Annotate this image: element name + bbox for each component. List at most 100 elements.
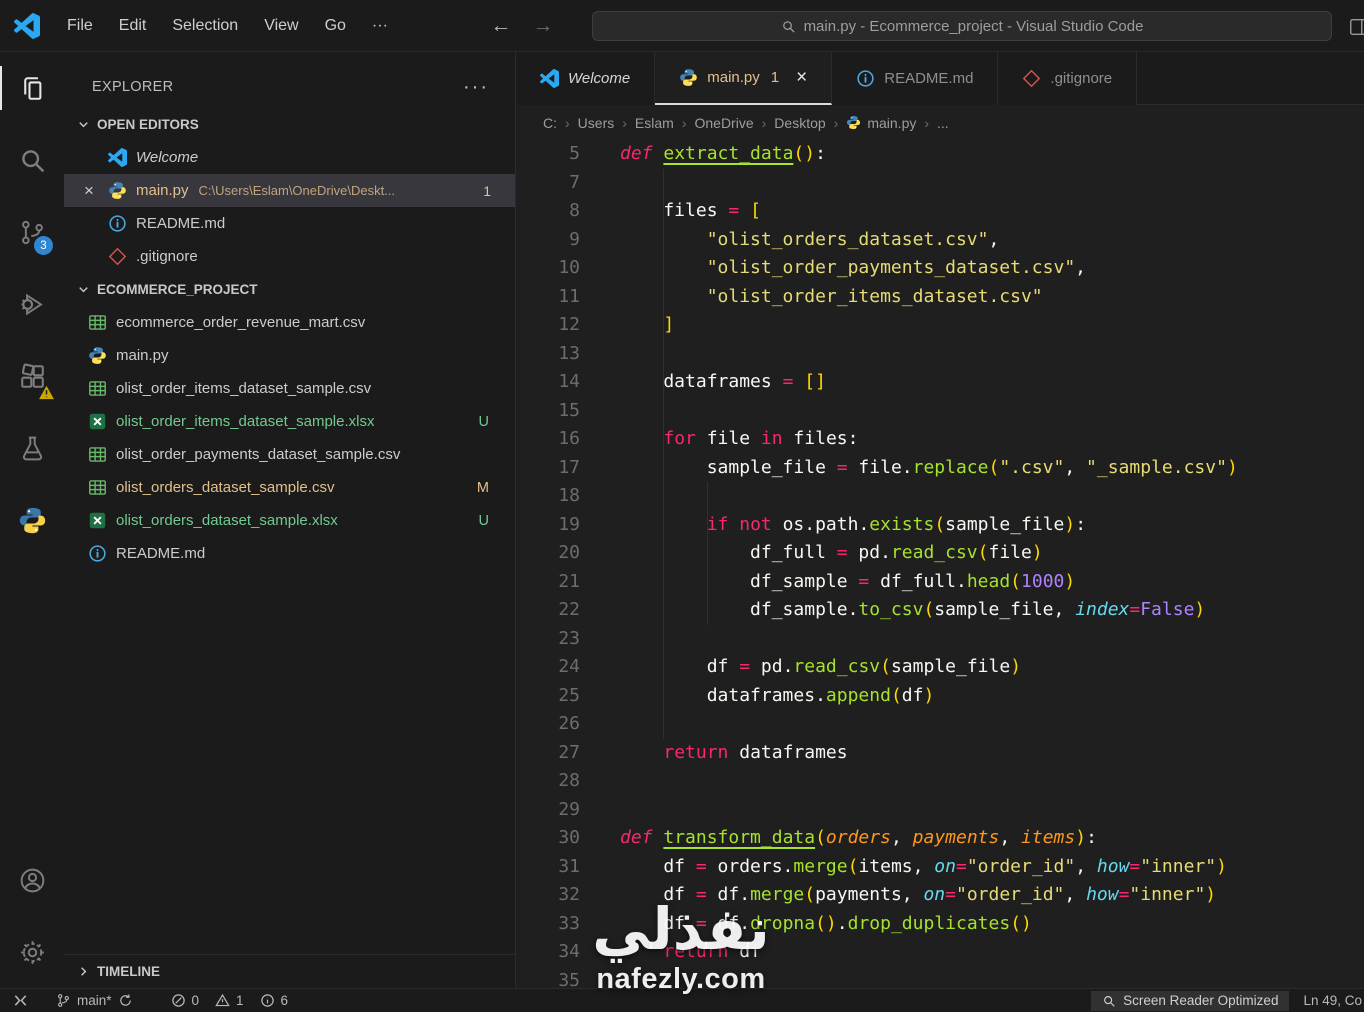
code-editor[interactable]: 5 def extract_data(): 7 8 files = [9 "olist… [516,140,1364,988]
code-line[interactable]: 26 [516,710,1364,739]
nav-forward-icon[interactable]: → [531,14,555,38]
code-line[interactable]: 9 "olist_orders_dataset.csv", [516,226,1364,255]
line-number[interactable]: 15 [516,397,580,426]
code-line[interactable]: 12 ] [516,311,1364,340]
line-number[interactable]: 23 [516,625,580,654]
open-editor-main.py[interactable]: × main.py C:\Users\Eslam\OneDrive\Deskt...… [64,174,515,207]
activity-extensions-button[interactable] [0,340,64,412]
line-number[interactable]: 9 [516,226,580,255]
menu-view[interactable]: View [251,11,311,41]
line-number[interactable]: 33 [516,910,580,939]
cursor-position[interactable]: Ln 49, Co [1303,993,1364,1008]
file-row-olist_orders_dataset_sample.xlsx[interactable]: olist_orders_dataset_sample.xlsx U [64,504,515,537]
breadcrumb-item-C:[interactable]: C: [543,115,557,131]
line-number[interactable]: 34 [516,938,580,967]
code-line[interactable]: 20 df_full = pd.read_csv(file) [516,539,1364,568]
line-number[interactable]: 31 [516,853,580,882]
line-number[interactable]: 35 [516,967,580,989]
breadcrumb-item-Users[interactable]: Users [578,115,615,131]
project-header[interactable]: ECOMMERCE_PROJECT [64,273,515,306]
code-line[interactable]: 13 [516,340,1364,369]
activity-settings-button[interactable] [0,916,64,988]
code-line[interactable]: 21 df_sample = df_full.head(1000) [516,568,1364,597]
line-number[interactable]: 28 [516,767,580,796]
code-line[interactable]: 16 for file in files: [516,425,1364,454]
remote-indicator[interactable] [6,989,35,1012]
breadcrumb-item-Eslam[interactable]: Eslam [635,115,674,131]
activity-python-button[interactable] [0,484,64,556]
code-line[interactable]: 17 sample_file = file.replace(".csv", "_… [516,454,1364,483]
code-line[interactable]: 28 [516,767,1364,796]
timeline-header[interactable]: TIMELINE [64,954,515,988]
line-number[interactable]: 22 [516,596,580,625]
code-line[interactable]: 19 if not os.path.exists(sample_file): [516,511,1364,540]
file-row-README.md[interactable]: README.md [64,537,515,570]
line-number[interactable]: 20 [516,539,580,568]
git-branch-status[interactable]: main* [49,989,140,1012]
code-line[interactable]: 32 df = df.merge(payments, on="order_id"… [516,881,1364,910]
code-line[interactable]: 8 files = [ [516,197,1364,226]
line-number[interactable]: 17 [516,454,580,483]
line-number[interactable]: 18 [516,482,580,511]
code-line[interactable]: 5 def extract_data(): [516,140,1364,169]
menu-go[interactable]: Go [312,11,359,41]
line-number[interactable]: 32 [516,881,580,910]
file-row-olist_order_items_dataset_sample.csv[interactable]: olist_order_items_dataset_sample.csv [64,372,515,405]
tab-.gitignore[interactable]: .gitignore [998,52,1138,105]
code-line[interactable]: 23 [516,625,1364,654]
code-line[interactable]: 10 "olist_order_payments_dataset.csv", [516,254,1364,283]
breadcrumb-item-OneDrive[interactable]: OneDrive [694,115,753,131]
open-editor-.gitignore[interactable]: .gitignore [64,240,515,273]
problems-status[interactable]: 0 1 6 [164,989,296,1012]
line-number[interactable]: 16 [516,425,580,454]
file-row-olist_order_payments_dataset_sample.csv[interactable]: olist_order_payments_dataset_sample.csv [64,438,515,471]
close-icon[interactable]: × [796,67,807,89]
line-number[interactable]: 8 [516,197,580,226]
line-number[interactable]: 10 [516,254,580,283]
line-number[interactable]: 27 [516,739,580,768]
activity-source-control-button[interactable]: 3 [0,196,64,268]
code-line[interactable]: 14 dataframes = [] [516,368,1364,397]
line-number[interactable]: 25 [516,682,580,711]
code-line[interactable]: 29 [516,796,1364,825]
code-line[interactable]: 35 [516,967,1364,989]
line-number[interactable]: 13 [516,340,580,369]
command-center-search[interactable]: main.py - Ecommerce_project - Visual Stu… [592,11,1332,41]
tab-Welcome[interactable]: Welcome [516,52,656,105]
breadcrumb-item-Desktop[interactable]: Desktop [774,115,825,131]
open-editor-README.md[interactable]: README.md [64,207,515,240]
code-line[interactable]: 18 [516,482,1364,511]
menu-···[interactable]: ··· [359,11,401,41]
line-number[interactable]: 5 [516,140,580,169]
line-number[interactable]: 30 [516,824,580,853]
code-line[interactable]: 27 return dataframes [516,739,1364,768]
line-number[interactable]: 11 [516,283,580,312]
line-number[interactable]: 12 [516,311,580,340]
file-row-ecommerce_order_revenue_mart.csv[interactable]: ecommerce_order_revenue_mart.csv [64,306,515,339]
line-number[interactable]: 14 [516,368,580,397]
menu-selection[interactable]: Selection [159,11,251,41]
breadcrumb-item-main.py[interactable]: main.py [846,115,916,131]
open-editors-header[interactable]: OPEN EDITORS [64,108,515,141]
line-number[interactable]: 29 [516,796,580,825]
file-row-olist_orders_dataset_sample.csv[interactable]: olist_orders_dataset_sample.csv M [64,471,515,504]
code-line[interactable]: 33 df = df.dropna().drop_duplicates() [516,910,1364,939]
line-number[interactable]: 21 [516,568,580,597]
code-line[interactable]: 34 return df [516,938,1364,967]
code-line[interactable]: 11 "olist_order_items_dataset.csv" [516,283,1364,312]
layout-toggle-icon[interactable] [1348,16,1364,38]
code-line[interactable]: 24 df = pd.read_csv(sample_file) [516,653,1364,682]
screen-reader-button[interactable]: Screen Reader Optimized [1091,990,1290,1011]
tab-main.py[interactable]: main.py 1 × [655,52,833,105]
code-line[interactable]: 30 def transform_data(orders, payments, i… [516,824,1364,853]
nav-back-icon[interactable]: ← [489,14,513,38]
code-line[interactable]: 25 dataframes.append(df) [516,682,1364,711]
code-line[interactable]: 15 [516,397,1364,426]
tab-README.md[interactable]: README.md [832,52,999,105]
activity-testing-button[interactable] [0,412,64,484]
file-row-main.py[interactable]: main.py [64,339,515,372]
breadcrumb-item-...[interactable]: ... [937,115,949,131]
close-icon[interactable]: × [84,181,108,201]
code-line[interactable]: 31 df = orders.merge(items, on="order_id… [516,853,1364,882]
activity-explorer-button[interactable] [0,52,64,124]
